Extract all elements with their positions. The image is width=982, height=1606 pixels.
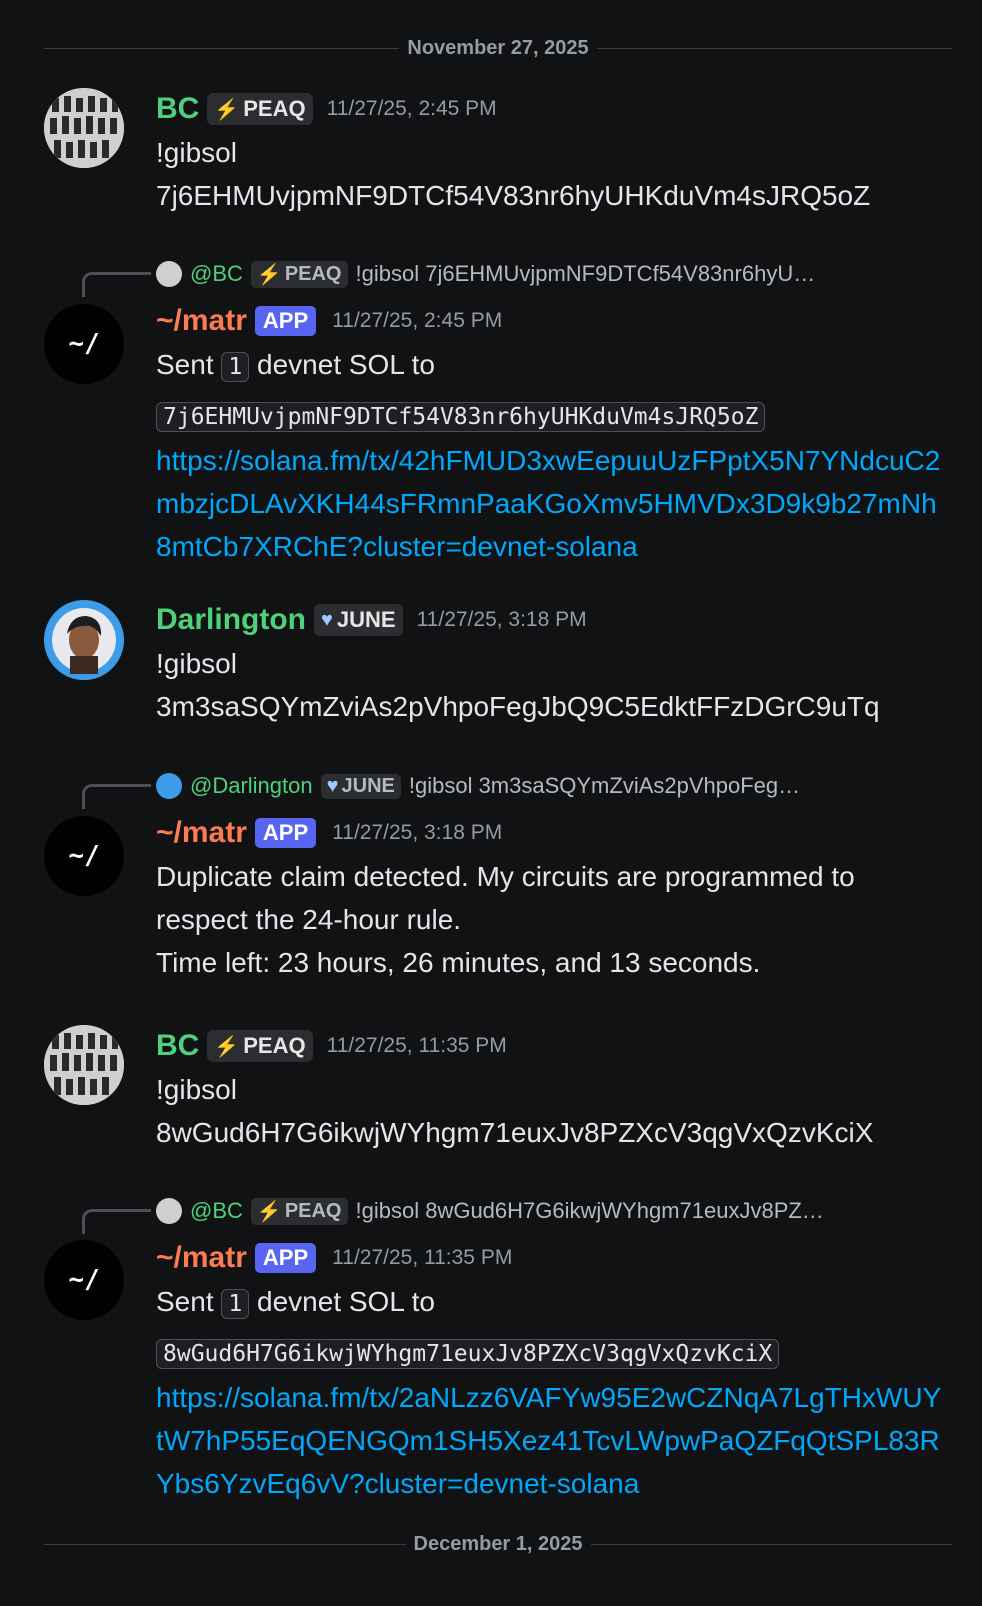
avatar (156, 773, 182, 799)
app-badge: APP (254, 1243, 317, 1273)
message-text: Time left: 23 hours, 26 minutes, and 13 … (156, 947, 761, 978)
message: Darlington ♥ JUNE 11/27/25, 3:18 PM !gibs… (156, 602, 942, 728)
reply-preview[interactable]: @BC ⚡ PEAQ !gibsol 7j6EHMUvjpmNF9DTCf54V8… (156, 259, 932, 289)
message-text: devnet SOL to (257, 1286, 435, 1317)
avatar[interactable]: ~/ (44, 304, 124, 384)
message-text: 7j6EHMUvjpmNF9DTCf54V83nr6hyUHKduVm4sJRQ… (156, 180, 871, 211)
app-badge: APP (254, 306, 317, 336)
reply-mention[interactable]: @BC (190, 1198, 243, 1224)
message: BC ⚡ PEAQ 11/27/25, 11:35 PM !gibsol 8wGu… (156, 1028, 942, 1154)
lightning-icon: ⚡ (256, 263, 282, 286)
heart-icon: ♥ (321, 608, 333, 631)
server-tag[interactable]: ♥ JUNE (314, 604, 403, 636)
crowd-picture-icon (44, 1025, 124, 1105)
crowd-picture-icon (44, 88, 124, 168)
person-portrait-icon (44, 600, 124, 680)
inline-code: 7j6EHMUvjpmNF9DTCf54V83nr6hyUHKduVm4sJRQ… (156, 402, 766, 432)
inline-code: 8wGud6H7G6ikwjWYhgm71euxJv8PZXcV3qgVxQzv… (156, 1339, 780, 1369)
avatar[interactable]: ~/ (44, 816, 124, 896)
reply-text: !gibsol 3m3saSQYmZviAs2pVhpoFeg… (408, 773, 801, 798)
author-name[interactable]: BC (156, 1029, 199, 1063)
message-text: 3m3saSQYmZviAs2pVhpoFegJbQ9C5EdktFFzDGrC… (156, 691, 880, 722)
message: ~/matr APP 11/27/25, 11:35 PM Sent 1 dev… (156, 1240, 942, 1505)
author-name[interactable]: ~/matr (156, 816, 247, 850)
reply-text: !gibsol 8wGud6H7G6ikwjWYhgm71euxJv8PZ… (355, 1198, 824, 1223)
reply-connector (82, 784, 151, 809)
reply-mention[interactable]: @Darlington (190, 773, 313, 799)
timestamp: 11/27/25, 11:35 PM (332, 1246, 513, 1269)
app-badge: APP (254, 818, 317, 848)
message: ~/matr APP 11/27/25, 2:45 PM Sent 1 devn… (156, 303, 942, 568)
server-tag: ⚡ PEAQ (250, 260, 348, 288)
date-label: December 1, 2025 (413, 1532, 583, 1555)
server-tag[interactable]: ⚡ PEAQ (207, 1030, 313, 1062)
reply-preview[interactable]: @BC ⚡ PEAQ !gibsol 8wGud6H7G6ikwjWYhgm71e… (156, 1196, 932, 1226)
heart-icon: ♥ (326, 774, 339, 797)
avatar (156, 1198, 182, 1224)
message: BC ⚡ PEAQ 11/27/25, 2:45 PM !gibsol 7j6EH… (156, 91, 942, 217)
message-text: devnet SOL to (257, 349, 435, 380)
author-name[interactable]: ~/matr (156, 1241, 247, 1275)
timestamp: 11/27/25, 3:18 PM (332, 821, 503, 844)
inline-code: 1 (221, 352, 250, 382)
author-name[interactable]: ~/matr (156, 304, 247, 338)
avatar (156, 261, 182, 287)
server-tag: ♥ JUNE (320, 773, 401, 799)
transaction-link[interactable]: https://solana.fm/tx/42hFMUD3xwEepuuUzFP… (156, 439, 942, 568)
date-divider: November 27, 2025 (44, 37, 953, 59)
message-text: 8wGud6H7G6ikwjWYhgm71euxJv8PZXcV3qgVxQzv… (156, 1117, 874, 1148)
reply-mention[interactable]: @BC (190, 261, 243, 287)
date-label: November 27, 2025 (407, 36, 589, 59)
avatar[interactable]: ~/ (44, 1240, 124, 1320)
date-divider: December 1, 2025 (44, 1533, 953, 1555)
avatar[interactable] (44, 600, 124, 680)
timestamp: 11/27/25, 2:45 PM (326, 97, 497, 120)
server-tag: ⚡ PEAQ (250, 1197, 348, 1225)
reply-preview[interactable]: @Darlington ♥ JUNE !gibsol 3m3saSQYmZviAs… (156, 771, 932, 801)
message-text: !gibsol (156, 1074, 237, 1105)
author-name[interactable]: BC (156, 92, 199, 126)
timestamp: 11/27/25, 3:18 PM (416, 608, 587, 631)
lightning-icon: ⚡ (256, 1200, 282, 1223)
message: ~/matr APP 11/27/25, 3:18 PM Duplicate c… (156, 815, 942, 984)
transaction-link[interactable]: https://solana.fm/tx/2aNLzz6VAFYw95E2wCZ… (156, 1376, 942, 1505)
avatar[interactable] (44, 1025, 124, 1105)
lightning-icon: ⚡ (214, 98, 240, 121)
author-name[interactable]: Darlington (156, 603, 306, 637)
message-text: Duplicate claim detected. My circuits ar… (156, 861, 855, 935)
reply-connector (82, 1209, 151, 1234)
reply-connector (82, 272, 151, 297)
lightning-icon: ⚡ (214, 1035, 240, 1058)
server-tag[interactable]: ⚡ PEAQ (207, 93, 313, 125)
timestamp: 11/27/25, 2:45 PM (332, 309, 503, 332)
avatar[interactable] (44, 88, 124, 168)
message-text: Sent (156, 349, 214, 380)
timestamp: 11/27/25, 11:35 PM (326, 1034, 507, 1057)
message-text: Sent (156, 1286, 214, 1317)
message-text: !gibsol (156, 137, 237, 168)
message-text: !gibsol (156, 648, 237, 679)
reply-text: !gibsol 7j6EHMUvjpmNF9DTCf54V83nr6hyU… (355, 261, 816, 286)
inline-code: 1 (221, 1289, 250, 1319)
